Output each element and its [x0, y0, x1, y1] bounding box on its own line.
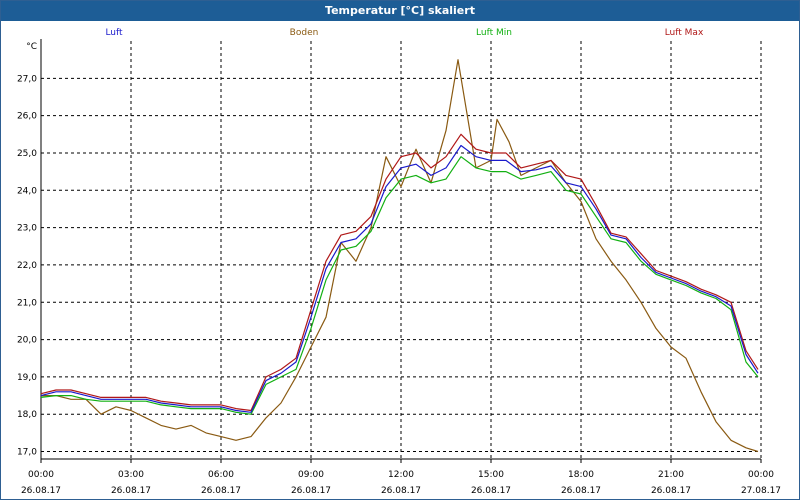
x-tick-time: 09:00 [298, 470, 324, 480]
x-tick-time: 00:00 [28, 470, 54, 480]
y-tick-label: 27,0 [17, 74, 37, 84]
x-tick-time: 12:00 [388, 470, 414, 480]
x-tick-date: 26.08.17 [471, 486, 511, 496]
y-tick-label: 24,0 [17, 186, 37, 196]
legend-entry: Luft [105, 28, 123, 38]
x-tick-date: 26.08.17 [381, 486, 421, 496]
x-tick-date: 26.08.17 [111, 486, 151, 496]
y-axis-label: °C [26, 42, 37, 52]
x-tick-date: 26.08.17 [291, 486, 331, 496]
series-line-luft [40, 144, 759, 413]
y-tick-label: 20,0 [17, 336, 37, 346]
x-tick-date: 26.08.17 [201, 486, 241, 496]
chart-legend: Luft Boden Luft Min Luft Max [105, 28, 704, 38]
x-tick-time: 18:00 [568, 470, 594, 480]
y-tick-label: 21,0 [17, 298, 37, 308]
x-tick-time: 21:00 [658, 470, 684, 480]
chart-axes: 17,0 18,0 19,0 20,0 21,0 22,0 23,0 24,0 25,0 26,0… [17, 39, 781, 496]
chart-window: Temperatur [°C] skaliert 17,0 18,0 19,0 20,… [0, 0, 800, 500]
y-tick-label: 17,0 [17, 448, 37, 458]
series-line-luft-min [40, 156, 759, 415]
y-tick-label: 25,0 [17, 149, 37, 159]
y-tick-label: 26,0 [17, 112, 37, 122]
x-tick-time: 03:00 [118, 470, 144, 480]
chart-series [40, 59, 759, 453]
chart-grid [40, 41, 762, 459]
series-line-luft-max [40, 133, 759, 412]
legend-entry: Luft Min [476, 28, 512, 38]
y-tick-label: 19,0 [17, 373, 37, 383]
x-tick-time: 06:00 [208, 470, 234, 480]
x-tick-date: 27.08.17 [741, 486, 781, 496]
legend-entry: Boden [290, 28, 319, 38]
x-tick-time: 00:00 [748, 470, 774, 480]
temperature-chart: 17,0 18,0 19,0 20,0 21,0 22,0 23,0 24,0 25,0 26,0… [17, 28, 781, 496]
y-tick-label: 18,0 [17, 410, 37, 420]
y-tick-label: 22,0 [17, 261, 37, 271]
x-tick-date: 26.08.17 [21, 486, 61, 496]
chart-title: Temperatur [°C] skaliert [1, 1, 799, 21]
x-tick-date: 26.08.17 [561, 486, 601, 496]
legend-entry: Luft Max [665, 28, 704, 38]
y-tick-label: 23,0 [17, 224, 37, 234]
x-tick-date: 26.08.17 [651, 486, 691, 496]
x-tick-time: 15:00 [478, 470, 504, 480]
series-line-boden [41, 59, 759, 453]
